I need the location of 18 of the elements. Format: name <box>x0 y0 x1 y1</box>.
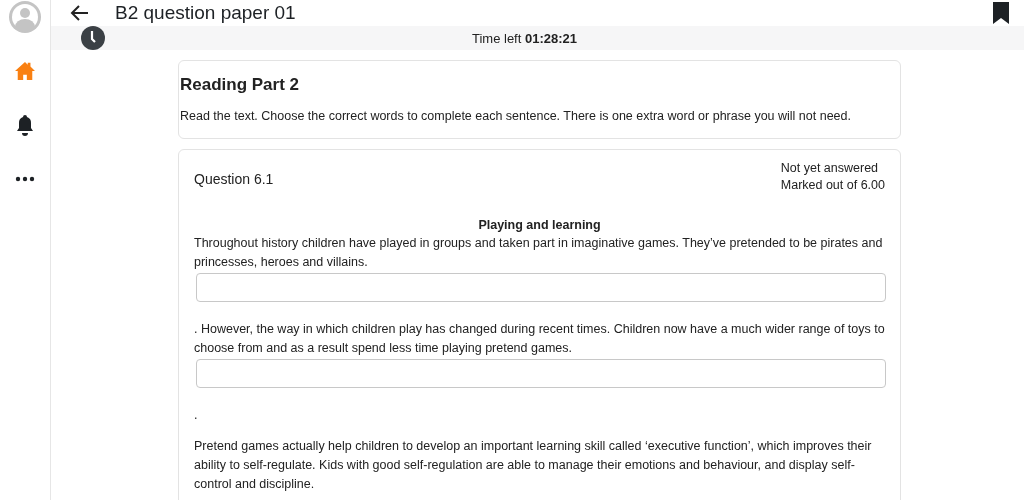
home-icon <box>14 61 36 81</box>
passage-text: Pretend games actually help children to develop an important learning skill called ‘executive function’, which improves their ability to self-regulate. Kids with good self-regulation are able to manage their emotions and behaviour, and display self-control and discipline. <box>194 438 873 493</box>
section-heading: Reading Part 2 <box>180 75 301 95</box>
question-status: Not yet answered <box>780 160 880 177</box>
question-title: Question 6.1 <box>194 171 274 187</box>
question-marks: Marked out of 6.00 <box>780 177 885 194</box>
instructions-text: Read the text. Choose the correct words to complete each sentence. There is one extra word or phrase you will not need. <box>180 108 852 125</box>
passage-title: Playing and learning <box>477 217 602 234</box>
passage-text: . However, the way in which children play has changed during recent times. Children now have a much wider range of toys to choose from and as a result spend less time playing pretend games. <box>194 321 885 357</box>
bookmark-button[interactable] <box>990 0 1012 26</box>
passage-text: Throughout history children have played in groups and taken part in imaginative games. They’ve pretended to be pirates and princesses, heroes and villains. <box>194 235 884 271</box>
time-left-text: Time left 01:28:21 <box>471 30 578 46</box>
answer-field[interactable] <box>196 273 886 302</box>
answer-field[interactable] <box>196 359 886 388</box>
bell-icon <box>15 114 35 136</box>
more-icon <box>15 176 35 182</box>
passage-text: . <box>194 407 199 424</box>
page-title: B2 question paper 01 <box>115 2 297 24</box>
